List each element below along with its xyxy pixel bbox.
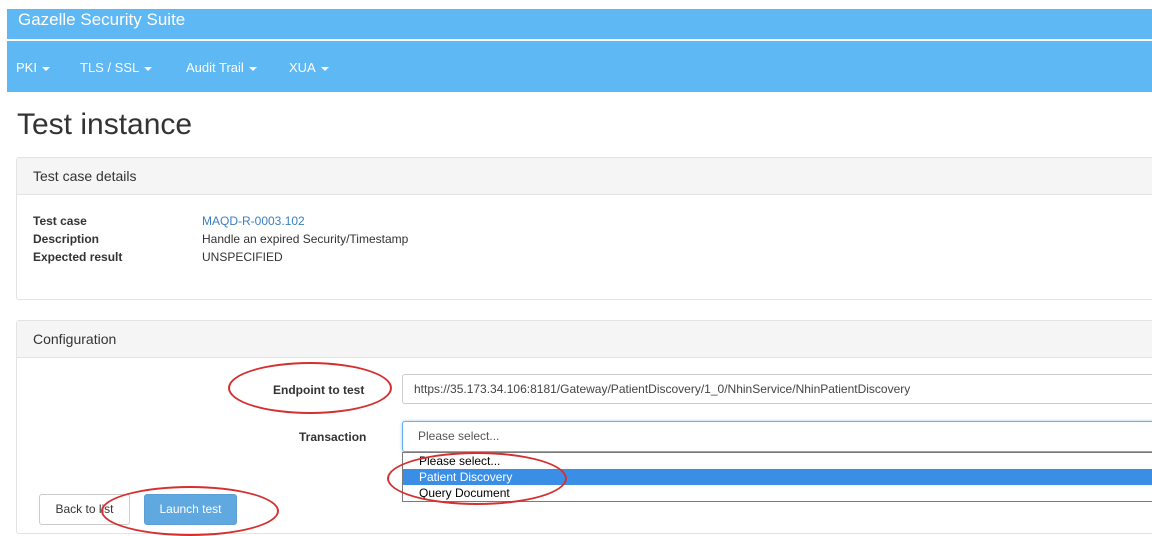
transaction-select[interactable]: Please select... bbox=[402, 421, 1152, 452]
nav-xua-dropdown[interactable]: XUA bbox=[289, 60, 329, 75]
back-to-list-button[interactable]: Back to list bbox=[39, 494, 130, 525]
launch-test-button[interactable]: Launch test bbox=[144, 494, 237, 525]
option-please-select[interactable]: Please select... bbox=[403, 453, 1152, 469]
description-value: Handle an expired Security/Timestamp bbox=[202, 232, 409, 246]
configuration-panel: Configuration Endpoint to test https://3… bbox=[16, 320, 1152, 534]
main-navbar: PKI TLS / SSL Audit Trail XUA bbox=[7, 41, 1152, 92]
endpoint-input[interactable]: https://35.173.34.106:8181/Gateway/Patie… bbox=[402, 374, 1152, 404]
details-panel-heading: Test case details bbox=[17, 158, 1152, 195]
nav-tls-ssl-dropdown[interactable]: TLS / SSL bbox=[80, 60, 153, 75]
caret-down-icon bbox=[248, 66, 257, 71]
test-case-label: Test case bbox=[33, 214, 87, 228]
nav-audit-trail-dropdown[interactable]: Audit Trail bbox=[186, 60, 257, 75]
nav-tls-ssl-label: TLS / SSL bbox=[80, 60, 140, 75]
transaction-dropdown-list: Please select... Patient Discovery Query… bbox=[402, 452, 1152, 502]
endpoint-label: Endpoint to test bbox=[273, 383, 365, 397]
test-case-link[interactable]: MAQD-R-0003.102 bbox=[202, 214, 305, 228]
test-case-details-panel: Test case details Test case MAQD-R-0003.… bbox=[16, 157, 1152, 300]
transaction-label: Transaction bbox=[299, 430, 367, 444]
nav-xua-label: XUA bbox=[289, 60, 316, 75]
option-query-document[interactable]: Query Document bbox=[403, 485, 1152, 501]
configuration-panel-heading: Configuration bbox=[17, 321, 1152, 358]
option-patient-discovery[interactable]: Patient Discovery bbox=[403, 469, 1152, 485]
caret-down-icon bbox=[320, 66, 329, 71]
app-title[interactable]: Gazelle Security Suite bbox=[18, 10, 185, 30]
nav-pki-label: PKI bbox=[16, 60, 37, 75]
brand-bar: Gazelle Security Suite bbox=[7, 9, 1152, 39]
nav-audit-trail-label: Audit Trail bbox=[186, 60, 244, 75]
expected-result-label: Expected result bbox=[33, 250, 123, 264]
page-title: Test instance bbox=[17, 108, 193, 141]
description-label: Description bbox=[33, 232, 100, 246]
nav-pki-dropdown[interactable]: PKI bbox=[16, 60, 50, 75]
expected-result-value: UNSPECIFIED bbox=[202, 250, 283, 264]
caret-down-icon bbox=[144, 66, 153, 71]
caret-down-icon bbox=[41, 66, 50, 71]
